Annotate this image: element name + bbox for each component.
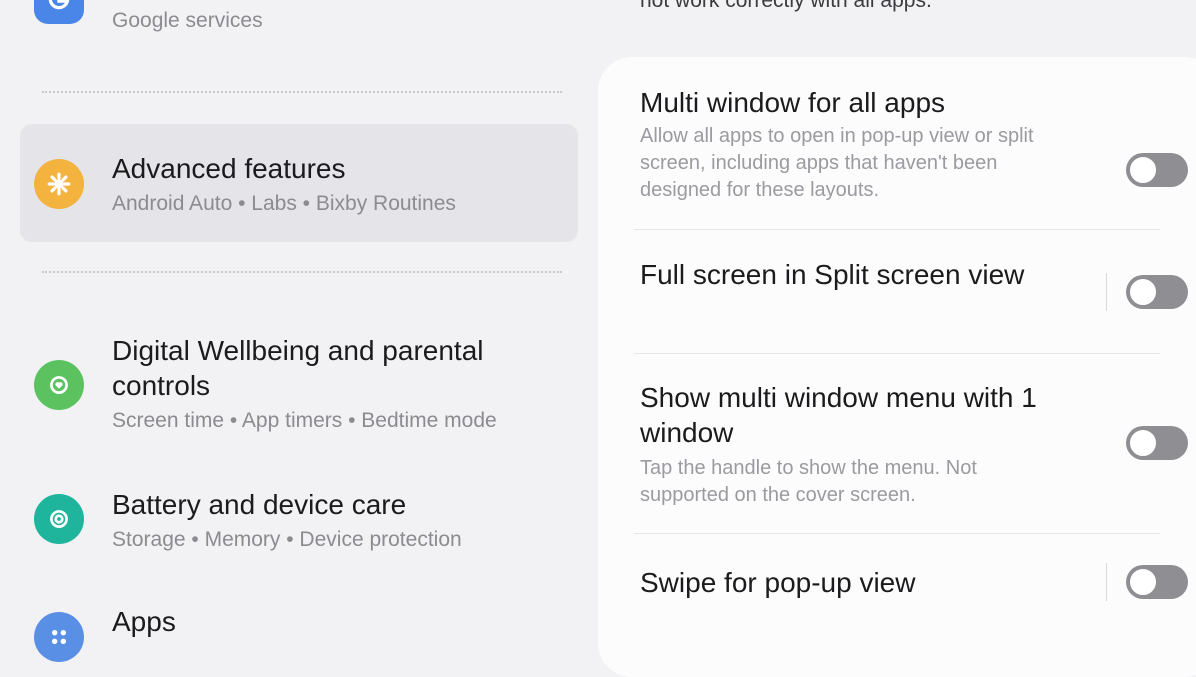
setting-description: Allow all apps to open in pop-up view or… xyxy=(640,125,1034,201)
setting-title: Multi window for all apps xyxy=(640,87,946,118)
setting-title: Swipe for pop-up view xyxy=(640,567,916,598)
divider xyxy=(634,229,1160,230)
settings-item-subtitle: Storage • Memory • Device protection xyxy=(112,528,462,551)
setting-title: Show multi window menu with 1 window xyxy=(640,382,1037,448)
device-care-icon xyxy=(34,494,84,544)
multi-window-settings-panel: Multi window for all apps Allow all apps… xyxy=(598,57,1196,677)
google-icon xyxy=(34,0,84,24)
settings-item-battery-device-care[interactable]: Battery and device care Storage • Memory… xyxy=(20,482,578,562)
settings-item-subtitle: Android Auto • Labs • Bixby Routines xyxy=(112,192,456,215)
settings-item-advanced-features[interactable]: Advanced features Android Auto • Labs • … xyxy=(20,124,578,242)
settings-item-title: Advanced features xyxy=(112,153,346,184)
toggle-knob xyxy=(1128,567,1158,597)
divider xyxy=(42,271,562,273)
settings-item-subtitle: Google services xyxy=(112,9,263,32)
toggle-switch[interactable] xyxy=(1126,565,1188,599)
setting-description: Tap the handle to show the menu. Not sup… xyxy=(640,457,977,506)
toggle-knob xyxy=(1128,428,1158,458)
divider xyxy=(634,533,1160,534)
settings-item-digital-wellbeing[interactable]: Digital Wellbeing and parental controls … xyxy=(20,330,578,440)
setting-swipe-pop-up-view[interactable]: Swipe for pop-up view xyxy=(640,563,1188,625)
toggle-switch[interactable] xyxy=(1126,275,1188,309)
vertical-separator xyxy=(1106,563,1107,601)
apps-icon xyxy=(34,612,84,662)
settings-item-subtitle: Screen time • App timers • Bedtime mode xyxy=(112,409,497,432)
setting-multi-window-all-apps[interactable]: Multi window for all apps Allow all apps… xyxy=(640,85,1188,230)
toggle-knob xyxy=(1128,277,1158,307)
settings-item-google[interactable]: Google services xyxy=(20,0,578,40)
settings-list: Google services Advanced features Androi… xyxy=(0,0,600,662)
settings-item-title: Digital Wellbeing and parental controls xyxy=(112,335,484,401)
setting-title: Full screen in Split screen view xyxy=(640,259,1025,290)
top-note: not work correctly with all apps. xyxy=(640,0,932,12)
wellbeing-icon xyxy=(34,360,84,410)
settings-item-apps[interactable]: Apps xyxy=(20,598,578,662)
puzzle-gear-icon xyxy=(34,159,84,209)
divider xyxy=(42,91,562,93)
settings-item-title: Battery and device care xyxy=(112,489,407,520)
toggle-knob xyxy=(1128,155,1158,185)
toggle-switch[interactable] xyxy=(1126,426,1188,460)
settings-item-title: Apps xyxy=(112,606,176,637)
setting-multi-window-menu[interactable]: Show multi window menu with 1 window Tap… xyxy=(640,380,1188,530)
vertical-separator xyxy=(1106,273,1107,311)
divider xyxy=(634,353,1160,354)
setting-full-screen-split-view[interactable]: Full screen in Split screen view xyxy=(640,257,1188,347)
toggle-switch[interactable] xyxy=(1126,153,1188,187)
